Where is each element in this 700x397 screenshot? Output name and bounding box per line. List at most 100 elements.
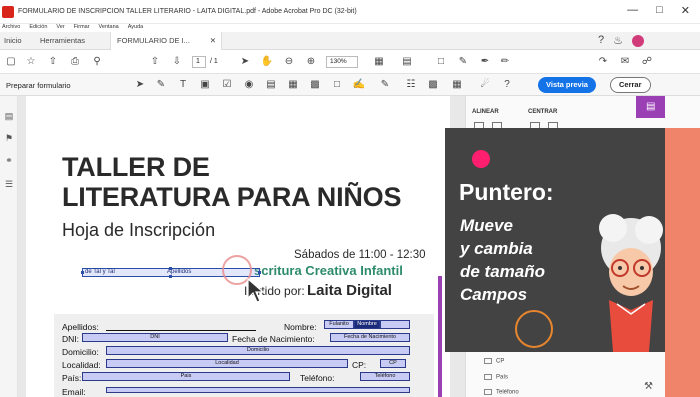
checkbox-icon[interactable]: ☑ [220,78,234,92]
doc-title-line1: TALLER DE [62,152,210,182]
comment-icon[interactable]: □ [434,55,448,69]
overlay-line1: Mueve [460,216,513,235]
window-title: FORMULARIO DE INSCRIPCION TALLER LITERAR… [18,8,357,15]
mail-icon[interactable]: ✉ [618,55,632,69]
close-window-button[interactable]: ✕ [681,4,690,17]
bell-icon[interactable]: ♨ [613,34,623,47]
calendar-icon[interactable]: ▩ [426,78,440,92]
calendar-icon-2[interactable]: ▦ [450,78,464,92]
share-icon[interactable]: ↷ [596,55,610,69]
menu-ver[interactable]: Ver [56,24,64,32]
field-list-item-pais[interactable]: País [484,374,508,381]
attachment-icon[interactable]: ⚭ [3,154,15,166]
highlight-icon[interactable]: ✎ [456,55,470,69]
zoom-in-icon[interactable]: ⊕ [304,55,318,69]
menu-firmar[interactable]: Firmar [74,24,90,32]
menu-ventana[interactable]: Ventana [99,24,119,32]
upload-icon[interactable]: ⇧ [46,55,60,69]
list-box-icon[interactable]: ▤ [264,78,278,92]
page-number-input[interactable]: 1 [192,56,206,68]
menu-archivo[interactable]: Archivo [2,24,20,32]
field-list-item-telefono[interactable]: Teléfono [484,389,519,396]
layers-icon[interactable]: ☰ [3,178,15,190]
menu-ayuda[interactable]: Ayuda [128,24,144,32]
resize-handle-left[interactable] [81,271,84,274]
pages-icon[interactable]: ▤ [3,110,15,122]
tab-document[interactable]: FORMULARIO DE I... ✕ [110,32,222,50]
star-icon[interactable]: ☆ [24,55,38,69]
preview-button[interactable]: Vista previa [538,77,596,93]
bookmark-icon[interactable]: ⚑ [3,132,15,144]
localidad-field[interactable]: Localidad [106,359,348,368]
fecha-nacimiento-field[interactable]: Fecha de Nacimiento [330,333,410,342]
nombre-hint-field[interactable]: Fulanito [324,320,354,329]
form-toolbar-label: Preparar formulario [6,81,71,90]
field-list-telefono-label: Teléfono [496,389,519,396]
tab-close-button[interactable]: ✕ [210,32,216,50]
dropdown-field-icon[interactable]: ▦ [286,78,300,92]
pin-icon[interactable]: ☄ [478,78,492,92]
tools-icon[interactable]: ⚒ [644,381,653,392]
title-bar: FORMULARIO DE INSCRIPCION TALLER LITERAR… [0,0,700,24]
next-page-icon[interactable]: ⇩ [170,55,184,69]
close-form-button[interactable]: Cerrar [610,77,651,93]
help-circle-icon[interactable]: ? [500,78,514,92]
prev-page-icon[interactable]: ⇧ [148,55,162,69]
doc-subtitle: Hoja de Inscripción [62,220,216,240]
zoom-select[interactable]: 130% [326,56,358,68]
background-decoration-2 [665,128,700,352]
nombre-label: Nombre: [284,322,317,332]
select-cursor-icon[interactable]: ➤ [238,55,252,69]
print-icon[interactable]: ⎙ [68,55,82,69]
document-area: TALLER DE LITERATURA PARA NIÑOS Hoja de … [18,96,465,397]
resize-handle-right[interactable] [258,271,261,274]
dni-label: DNI: [62,334,79,344]
pointer-tool-icon[interactable]: ➤ [133,78,147,92]
field-edit-icon[interactable]: ✎ [154,78,168,92]
resize-handle-top[interactable] [169,267,172,270]
menu-bar: Archivo Edición Ver Firmar Ventana Ayuda [0,24,700,32]
tab-herramientas[interactable]: Herramientas [40,32,85,50]
avatar[interactable] [632,35,644,47]
pais-field[interactable]: Pais [82,372,290,381]
email-field[interactable] [106,387,410,393]
hand-icon[interactable]: ✋ [260,55,274,69]
nombre-field-extra[interactable] [380,320,410,329]
left-rail: ▤ ⚑ ⚭ ☰ [0,96,18,397]
field-list-item-cp[interactable]: CP [484,358,504,365]
signature-field-icon[interactable]: ✍ [352,78,366,92]
domicilio-field[interactable]: Domicilio [106,346,410,355]
save-icon[interactable]: ▢ [4,55,18,69]
field-list-pais-label: País [496,374,509,381]
cp-field[interactable]: CP [380,359,406,368]
telefono-field[interactable]: Teléfono [360,372,410,381]
tab-document-label: FORMULARIO DE I... [117,36,190,45]
fit-page-icon[interactable]: ▦ [372,55,386,69]
dni-field[interactable]: DNI [82,333,228,342]
image-field-icon[interactable]: □ [330,78,344,92]
sign-icon[interactable]: ✏ [498,55,512,69]
tutorial-overlay: Puntero: Mueve y cambia de tamaño Campos [445,128,665,352]
pink-dot-decoration [472,150,490,168]
pais-label: País: [62,373,82,383]
doc-schedule: Sábados de 11:00 - 12:30 [294,249,426,261]
search-icon[interactable]: ⚲ [90,55,104,69]
help-icon[interactable]: ? [598,34,604,47]
tab-inicio[interactable]: Inicio [4,32,22,50]
text-box-icon[interactable]: ▣ [198,78,212,92]
zoom-out-icon[interactable]: ⊖ [282,55,296,69]
button-field-icon[interactable]: ▩ [308,78,322,92]
link-icon[interactable]: ☍ [640,55,654,69]
scroll-mode-icon[interactable]: ▤ [400,55,414,69]
pen-icon[interactable]: ✒ [478,55,492,69]
resize-handle-bottom[interactable] [169,275,172,278]
menu-edicion[interactable]: Edición [29,24,47,32]
minimize-button[interactable]: — [627,4,638,17]
nombre-field[interactable]: Nombre [354,320,380,329]
barcode-icon[interactable]: ☷ [404,78,418,92]
text-field-icon[interactable]: T [176,78,190,92]
fecha-nacimiento-label: Fecha de Nacimiento: [232,334,315,344]
digital-signature-icon[interactable]: ✎ [378,78,392,92]
maximize-button[interactable]: □ [656,4,663,17]
radio-icon[interactable]: ◉ [242,78,256,92]
